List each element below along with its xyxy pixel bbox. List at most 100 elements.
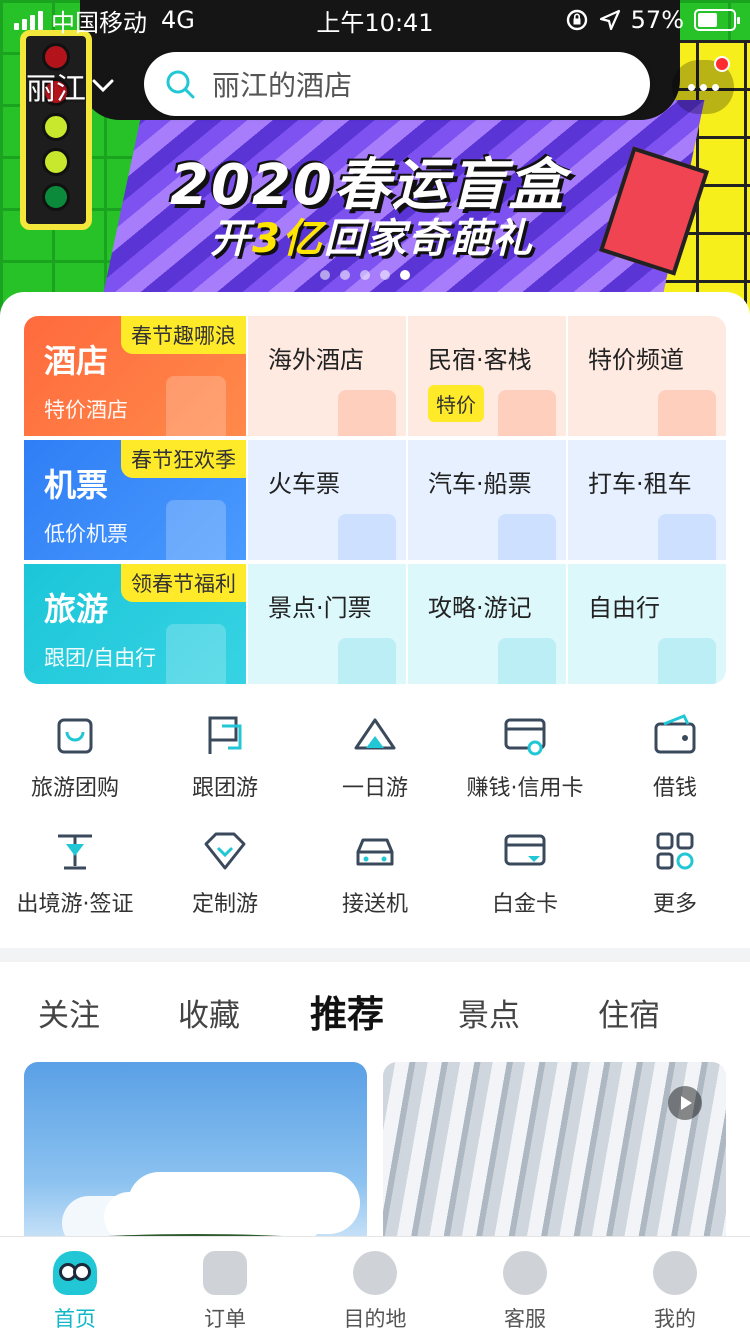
service-row-hotel: 酒店 特价酒店 春节趣哪浪 海外酒店 民宿·客栈 特价 特价频道 — [24, 316, 726, 436]
hotel-building-icon — [166, 376, 226, 436]
banner-dot — [320, 270, 330, 280]
train-ticket-label: 火车票 — [268, 470, 340, 498]
tabbar-home[interactable]: 首页 — [0, 1237, 150, 1334]
home-mascot-icon — [53, 1251, 97, 1295]
homestay-entry[interactable]: 民宿·客栈 特价 — [406, 316, 566, 436]
shortcut-label: 更多 — [652, 892, 697, 917]
train-ticket-entry[interactable]: 火车票 — [246, 440, 406, 560]
shortcut-more[interactable]: 更多 — [600, 818, 750, 934]
shortcut-visa[interactable]: 出境游·签证 — [0, 818, 150, 934]
airplane-icon — [166, 500, 226, 560]
flight-promo-tag: 春节狂欢季 — [121, 440, 246, 478]
train-icon — [338, 514, 396, 560]
dot — [687, 83, 695, 91]
tab-attractions[interactable]: 景点 — [458, 990, 520, 1035]
taxi-rental-entry[interactable]: 打车·租车 — [566, 440, 726, 560]
book-icon — [498, 638, 556, 684]
shortcut-group-buy[interactable]: 旅游团购 — [0, 702, 150, 818]
overseas-hotel-entry[interactable]: 海外酒店 — [246, 316, 406, 436]
notification-dot — [714, 56, 730, 72]
status-bar: 中国移动 4G 上午10:41 57% — [0, 0, 750, 40]
play-icon[interactable] — [668, 1086, 702, 1120]
tab-follow[interactable]: 关注 — [38, 990, 100, 1035]
hotel-entry[interactable]: 酒店 特价酒店 春节趣哪浪 — [24, 316, 246, 436]
tabbar-orders[interactable]: 订单 — [150, 1237, 300, 1334]
shortcut-group-tour[interactable]: 跟团游 — [150, 702, 300, 818]
service-row-travel: 旅游 跟团/自由行 领春节福利 景点·门票 攻略·游记 自由行 — [24, 564, 726, 684]
promo-banner[interactable]: 2020春运盲盒 开3亿回家奇葩礼 — [0, 0, 750, 330]
wallet-icon — [654, 714, 696, 754]
shopping-bag-icon — [57, 718, 93, 754]
shortcut-label: 旅游团购 — [30, 776, 119, 801]
tabbar-profile[interactable]: 我的 — [600, 1237, 750, 1334]
tab-recommend[interactable]: 推荐 — [296, 984, 398, 1038]
shortcut-grid: 旅游团购 跟团游 一日游 赚钱·信用卡 借钱 出境游·签证 定制游 接送机 白金… — [0, 702, 750, 934]
shortcut-airport-transfer[interactable]: 接送机 — [300, 818, 450, 934]
shortcut-day-trip[interactable]: 一日游 — [300, 702, 450, 818]
city-name: 丽江 — [26, 72, 86, 107]
tab-lodging[interactable]: 住宿 — [598, 990, 660, 1035]
bus-ferry-label: 汽车·船票 — [428, 470, 532, 498]
clock: 上午10:41 — [316, 8, 434, 37]
flight-entry[interactable]: 机票 低价机票 春节狂欢季 — [24, 440, 246, 560]
service-grid: 酒店 特价酒店 春节趣哪浪 海外酒店 民宿·客栈 特价 特价频道 机票 低价机票… — [24, 316, 726, 684]
bottom-tab-bar: 首页 订单 目的地 客服 我的 — [0, 1236, 750, 1334]
tabbar-destination[interactable]: 目的地 — [300, 1237, 450, 1334]
palace-icon — [166, 624, 226, 684]
diamond-icon — [204, 832, 246, 870]
search-input[interactable]: 丽江的酒店 — [144, 52, 650, 116]
traffic-light-illustration — [20, 30, 92, 230]
bus-ferry-entry[interactable]: 汽车·船票 — [406, 440, 566, 560]
banner-dot — [380, 270, 390, 280]
tabbar-service[interactable]: 客服 — [450, 1237, 600, 1334]
discount-badge: 特价 — [428, 385, 484, 422]
shortcut-custom-tour[interactable]: 定制游 — [150, 818, 300, 934]
grid-icon — [656, 832, 694, 870]
special-deals-entry[interactable]: 特价频道 — [566, 316, 726, 436]
special-deals-label: 特价频道 — [588, 346, 684, 374]
main-panel: 酒店 特价酒店 春节趣哪浪 海外酒店 民宿·客栈 特价 特价频道 机票 低价机票… — [0, 292, 750, 948]
search-icon — [166, 70, 195, 99]
taxi-rental-label: 打车·租车 — [588, 470, 692, 498]
ticket-icon — [338, 638, 396, 684]
shortcut-platinum-card[interactable]: 白金卡 — [450, 818, 600, 934]
shortcut-borrow[interactable]: 借钱 — [600, 702, 750, 818]
guides-entry[interactable]: 攻略·游记 — [406, 564, 566, 684]
attraction-tickets-label: 景点·门票 — [268, 594, 372, 622]
banner-dot — [360, 270, 370, 280]
tabbar-label: 订单 — [204, 1307, 246, 1331]
bus-icon — [498, 514, 556, 560]
feed-card-video[interactable] — [383, 1062, 726, 1262]
shortcut-label: 出境游·签证 — [16, 892, 134, 917]
car-icon — [356, 838, 394, 866]
tabbar-label: 首页 — [54, 1307, 96, 1331]
service-row-flight: 机票 低价机票 春节狂欢季 火车票 汽车·船票 打车·租车 — [24, 440, 726, 560]
tab-favorites[interactable]: 收藏 — [178, 990, 240, 1035]
more-menu-button[interactable] — [672, 56, 734, 114]
overseas-hotel-label: 海外酒店 — [268, 346, 364, 374]
feed-card-image[interactable] — [24, 1062, 367, 1262]
free-travel-entry[interactable]: 自由行 — [566, 564, 726, 684]
attraction-tickets-entry[interactable]: 景点·门票 — [246, 564, 406, 684]
tower-icon — [658, 390, 716, 436]
house-icon — [498, 390, 556, 436]
suitcase-icon — [658, 638, 716, 684]
banner-subtitle: 开3亿回家奇葩礼 — [210, 216, 534, 262]
hotel-promo-tag: 春节趣哪浪 — [121, 316, 246, 354]
travel-entry[interactable]: 旅游 跟团/自由行 领春节福利 — [24, 564, 246, 684]
chevron-down-icon — [92, 79, 114, 93]
shortcut-label: 赚钱·信用卡 — [466, 776, 584, 801]
banner-dot-active — [400, 270, 410, 280]
battery-icon — [694, 9, 740, 31]
city-selector[interactable]: 丽江 — [26, 64, 114, 108]
car-icon — [658, 514, 716, 560]
shortcut-label: 定制游 — [191, 892, 258, 917]
mountain-icon — [354, 718, 396, 750]
travel-promo-tag: 领春节福利 — [121, 564, 246, 602]
free-travel-label: 自由行 — [588, 594, 660, 622]
tabbar-label: 我的 — [654, 1307, 696, 1331]
credit-card-icon — [504, 718, 546, 756]
shortcut-credit-card[interactable]: 赚钱·信用卡 — [450, 702, 600, 818]
guides-label: 攻略·游记 — [428, 594, 532, 622]
banner-page-dots — [320, 270, 410, 280]
